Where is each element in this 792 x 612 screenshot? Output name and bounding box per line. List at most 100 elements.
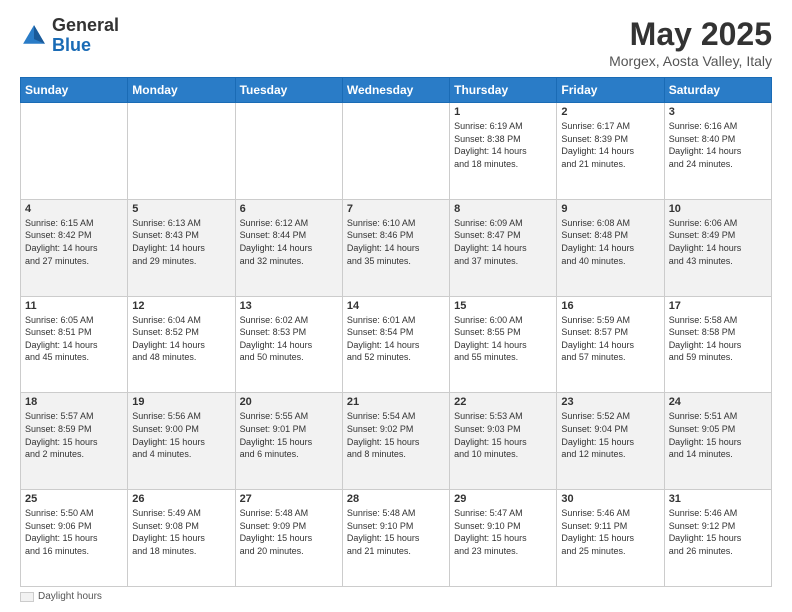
calendar-cell: 21 Sunrise: 5:54 AM Sunset: 9:02 PM Dayli… <box>342 393 449 490</box>
calendar-cell: 2 Sunrise: 6:17 AM Sunset: 8:39 PM Daylig… <box>557 103 664 200</box>
calendar-header-sunday: Sunday <box>21 78 128 103</box>
day-number: 23 <box>561 396 659 408</box>
day-number: 13 <box>240 300 338 312</box>
logo-general-text: General <box>52 15 119 35</box>
calendar-cell: 10 Sunrise: 6:06 AM Sunset: 8:49 PM Dayli… <box>664 199 771 296</box>
footer-legend: Daylight hours <box>20 591 772 602</box>
day-info: Sunrise: 5:59 AM Sunset: 8:57 PM Dayligh… <box>561 314 659 364</box>
day-number: 22 <box>454 396 552 408</box>
day-info: Sunrise: 6:05 AM Sunset: 8:51 PM Dayligh… <box>25 314 123 364</box>
day-number: 31 <box>669 493 767 505</box>
calendar-cell: 12Sunrise: 6:04 AM Sunset: 8:52 PM Dayli… <box>128 296 235 393</box>
calendar-week-2: 4Sunrise: 6:15 AM Sunset: 8:42 PM Daylig… <box>21 199 772 296</box>
day-info: Sunrise: 5:53 AM Sunset: 9:03 PM Dayligh… <box>454 410 552 460</box>
day-number: 19 <box>132 396 230 408</box>
calendar-cell: 11 Sunrise: 6:05 AM Sunset: 8:51 PM Dayli… <box>21 296 128 393</box>
day-info: Sunrise: 5:51 AM Sunset: 9:05 PM Dayligh… <box>669 410 767 460</box>
day-number: 5 <box>132 203 230 215</box>
day-number: 29 <box>454 493 552 505</box>
calendar-cell: 17Sunrise: 5:58 AM Sunset: 8:58 PM Dayli… <box>664 296 771 393</box>
day-number: 7 <box>347 203 445 215</box>
day-number: 21 <box>347 396 445 408</box>
day-number: 2 <box>561 106 659 118</box>
calendar-cell: 6 Sunrise: 6:12 AM Sunset: 8:44 PM Daylig… <box>235 199 342 296</box>
page: General Blue May 2025 Morgex, Aosta Vall… <box>0 0 792 612</box>
calendar-cell: 15 Sunrise: 6:00 AM Sunset: 8:55 PM Dayli… <box>450 296 557 393</box>
calendar-cell: 13 Sunrise: 6:02 AM Sunset: 8:53 PM Dayli… <box>235 296 342 393</box>
calendar-cell: 30Sunrise: 5:46 AM Sunset: 9:11 PM Dayli… <box>557 490 664 587</box>
calendar-cell: 1Sunrise: 6:19 AM Sunset: 8:38 PM Daylig… <box>450 103 557 200</box>
day-info: Sunrise: 6:12 AM Sunset: 8:44 PM Dayligh… <box>240 217 338 267</box>
day-info: Sunrise: 6:17 AM Sunset: 8:39 PM Dayligh… <box>561 120 659 170</box>
daylight-label: Daylight hours <box>38 591 102 602</box>
day-info: Sunrise: 6:06 AM Sunset: 8:49 PM Dayligh… <box>669 217 767 267</box>
calendar-week-5: 25Sunrise: 5:50 AM Sunset: 9:06 PM Dayli… <box>21 490 772 587</box>
day-number: 26 <box>132 493 230 505</box>
logo-icon <box>20 22 48 50</box>
header: General Blue May 2025 Morgex, Aosta Vall… <box>20 16 772 69</box>
day-info: Sunrise: 6:16 AM Sunset: 8:40 PM Dayligh… <box>669 120 767 170</box>
day-number: 24 <box>669 396 767 408</box>
day-number: 30 <box>561 493 659 505</box>
day-number: 9 <box>561 203 659 215</box>
calendar-header-row: SundayMondayTuesdayWednesdayThursdayFrid… <box>21 78 772 103</box>
day-number: 16 <box>561 300 659 312</box>
day-number: 14 <box>347 300 445 312</box>
calendar-header-tuesday: Tuesday <box>235 78 342 103</box>
calendar-cell: 18 Sunrise: 5:57 AM Sunset: 8:59 PM Dayli… <box>21 393 128 490</box>
day-info: Sunrise: 5:58 AM Sunset: 8:58 PM Dayligh… <box>669 314 767 364</box>
calendar-header-friday: Friday <box>557 78 664 103</box>
calendar-cell: 24 Sunrise: 5:51 AM Sunset: 9:05 PM Dayli… <box>664 393 771 490</box>
day-info: Sunrise: 5:49 AM Sunset: 9:08 PM Dayligh… <box>132 507 230 557</box>
day-info: Sunrise: 6:13 AM Sunset: 8:43 PM Dayligh… <box>132 217 230 267</box>
calendar-header-saturday: Saturday <box>664 78 771 103</box>
logo-blue-text: Blue <box>52 35 91 55</box>
logo: General Blue <box>20 16 119 56</box>
day-info: Sunrise: 6:00 AM Sunset: 8:55 PM Dayligh… <box>454 314 552 364</box>
day-info: Sunrise: 5:57 AM Sunset: 8:59 PM Dayligh… <box>25 410 123 460</box>
day-info: Sunrise: 6:08 AM Sunset: 8:48 PM Dayligh… <box>561 217 659 267</box>
title-block: May 2025 Morgex, Aosta Valley, Italy <box>609 16 772 69</box>
day-number: 25 <box>25 493 123 505</box>
calendar-header-monday: Monday <box>128 78 235 103</box>
footer: Daylight hours <box>20 591 772 602</box>
calendar-cell: 20Sunrise: 5:55 AM Sunset: 9:01 PM Dayli… <box>235 393 342 490</box>
day-info: Sunrise: 5:56 AM Sunset: 9:00 PM Dayligh… <box>132 410 230 460</box>
calendar-cell: 28Sunrise: 5:48 AM Sunset: 9:10 PM Dayli… <box>342 490 449 587</box>
calendar-week-3: 11 Sunrise: 6:05 AM Sunset: 8:51 PM Dayli… <box>21 296 772 393</box>
calendar-table: SundayMondayTuesdayWednesdayThursdayFrid… <box>20 77 772 587</box>
day-info: Sunrise: 6:15 AM Sunset: 8:42 PM Dayligh… <box>25 217 123 267</box>
day-info: Sunrise: 6:10 AM Sunset: 8:46 PM Dayligh… <box>347 217 445 267</box>
day-number: 10 <box>669 203 767 215</box>
day-number: 6 <box>240 203 338 215</box>
calendar-cell <box>21 103 128 200</box>
legend-box <box>20 592 34 602</box>
calendar-cell: 8Sunrise: 6:09 AM Sunset: 8:47 PM Daylig… <box>450 199 557 296</box>
calendar-cell: 7 Sunrise: 6:10 AM Sunset: 8:46 PM Daylig… <box>342 199 449 296</box>
day-number: 15 <box>454 300 552 312</box>
day-info: Sunrise: 5:54 AM Sunset: 9:02 PM Dayligh… <box>347 410 445 460</box>
day-number: 20 <box>240 396 338 408</box>
calendar-cell: 4Sunrise: 6:15 AM Sunset: 8:42 PM Daylig… <box>21 199 128 296</box>
legend-item-daylight: Daylight hours <box>20 591 102 602</box>
day-info: Sunrise: 5:47 AM Sunset: 9:10 PM Dayligh… <box>454 507 552 557</box>
day-number: 27 <box>240 493 338 505</box>
day-number: 11 <box>25 300 123 312</box>
day-info: Sunrise: 5:52 AM Sunset: 9:04 PM Dayligh… <box>561 410 659 460</box>
day-number: 3 <box>669 106 767 118</box>
calendar-cell: 26 Sunrise: 5:49 AM Sunset: 9:08 PM Dayli… <box>128 490 235 587</box>
calendar-cell: 5 Sunrise: 6:13 AM Sunset: 8:43 PM Daylig… <box>128 199 235 296</box>
calendar-cell <box>128 103 235 200</box>
day-info: Sunrise: 6:02 AM Sunset: 8:53 PM Dayligh… <box>240 314 338 364</box>
calendar-cell: 14Sunrise: 6:01 AM Sunset: 8:54 PM Dayli… <box>342 296 449 393</box>
calendar-week-1: 1Sunrise: 6:19 AM Sunset: 8:38 PM Daylig… <box>21 103 772 200</box>
calendar-cell: 16 Sunrise: 5:59 AM Sunset: 8:57 PM Dayli… <box>557 296 664 393</box>
day-number: 18 <box>25 396 123 408</box>
day-number: 12 <box>132 300 230 312</box>
calendar-cell: 25Sunrise: 5:50 AM Sunset: 9:06 PM Dayli… <box>21 490 128 587</box>
calendar-cell: 3 Sunrise: 6:16 AM Sunset: 8:40 PM Daylig… <box>664 103 771 200</box>
day-info: Sunrise: 6:09 AM Sunset: 8:47 PM Dayligh… <box>454 217 552 267</box>
logo-text: General Blue <box>52 16 119 56</box>
day-info: Sunrise: 5:46 AM Sunset: 9:12 PM Dayligh… <box>669 507 767 557</box>
location: Morgex, Aosta Valley, Italy <box>609 53 772 69</box>
